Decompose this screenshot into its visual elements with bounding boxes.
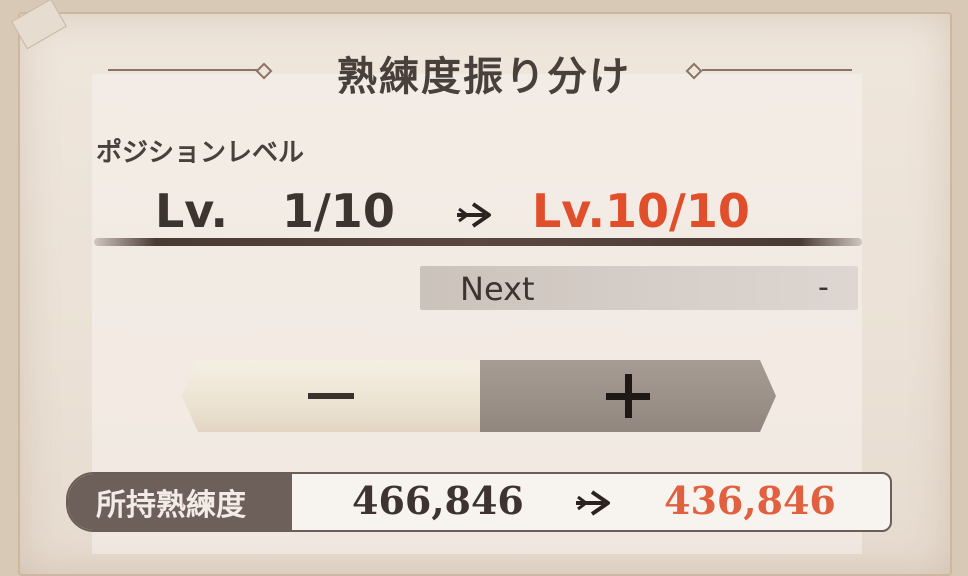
current-level-prefix: Lv.: [155, 184, 229, 238]
corner-tab: [11, 0, 67, 50]
level-stepper: [182, 360, 776, 432]
position-level-label: ポジションレベル: [96, 138, 305, 168]
level-divider: [94, 238, 862, 246]
holdings-current: 466,846: [352, 478, 524, 523]
current-level-value: 1/10: [282, 184, 395, 238]
arrow-right-icon: [576, 490, 610, 516]
dialog-title: 熟練度振り分け: [337, 54, 631, 100]
arrow-right-icon: [457, 202, 491, 228]
next-level-value: Lv.10/10: [532, 184, 750, 238]
next-value: -: [818, 270, 829, 305]
decrease-button[interactable]: [182, 360, 480, 432]
next-label: Next: [460, 270, 535, 308]
plus-icon: [606, 374, 650, 418]
holdings-after: 436,846: [664, 478, 836, 523]
increase-button[interactable]: [480, 360, 776, 432]
holdings-label: 所持熟練度: [96, 488, 246, 523]
minus-icon: [308, 393, 354, 399]
